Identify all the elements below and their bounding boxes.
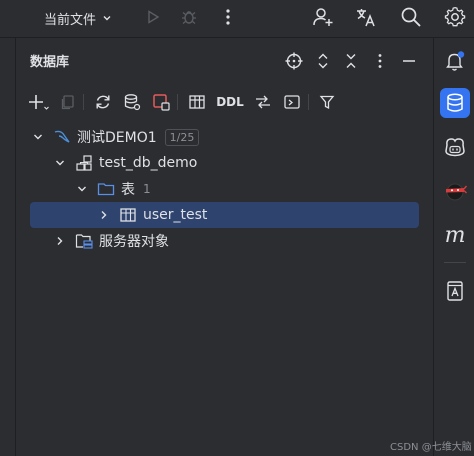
translate-icon[interactable]	[353, 4, 379, 30]
search-icon[interactable]	[398, 4, 424, 30]
database-panel: 数据库 DDL 测试DEMO1 1/25 test_db_demo 表 1 us…	[17, 38, 433, 456]
datasource-properties-icon[interactable]	[120, 90, 144, 114]
run-icon[interactable]	[140, 4, 166, 30]
tree-row-tables-folder[interactable]: 表 1	[17, 176, 433, 202]
toolbar-separator	[83, 94, 84, 110]
chevron-down-icon[interactable]	[75, 182, 89, 196]
mysql-dolphin-icon	[53, 128, 71, 146]
m-plugin-icon[interactable]: m	[440, 220, 470, 250]
schema-icon	[75, 154, 93, 172]
copilot-icon[interactable]	[440, 132, 470, 162]
server-objects-label: 服务器对象	[99, 234, 169, 250]
filter-icon[interactable]	[315, 90, 339, 114]
more-options-icon[interactable]	[369, 50, 391, 72]
database-tool-icon[interactable]	[440, 88, 470, 118]
stop-session-icon[interactable]	[149, 90, 173, 114]
ninja-plugin-icon[interactable]	[440, 176, 470, 206]
database-toolbar: DDL	[17, 88, 433, 116]
collapse-all-icon[interactable]	[340, 50, 362, 72]
toolbar-separator	[444, 262, 466, 263]
chevron-down-icon[interactable]	[31, 130, 45, 144]
chevron-down-icon	[103, 16, 111, 21]
watermark: CSDN @七维大脑	[390, 442, 472, 453]
tree-row-table[interactable]: user_test	[30, 202, 419, 228]
copy-icon[interactable]	[56, 90, 80, 114]
add-new-icon[interactable]	[27, 90, 51, 114]
chevron-right-icon[interactable]	[97, 208, 111, 222]
run-config-label: 当前文件	[44, 12, 97, 28]
locate-crosshair-icon[interactable]	[283, 50, 305, 72]
datasource-badge: 1/25	[164, 128, 200, 146]
ddl-button[interactable]: DDL	[216, 90, 244, 114]
add-user-icon[interactable]	[310, 4, 336, 30]
settings-gear-icon[interactable]	[442, 4, 468, 30]
m-plugin-glyph: m	[444, 222, 466, 248]
compare-icon[interactable]	[251, 90, 275, 114]
run-config-selector[interactable]: 当前文件	[44, 6, 112, 30]
tables-count: 1	[143, 182, 151, 196]
panel-header: 数据库	[17, 38, 433, 84]
tree-row-schema[interactable]: test_db_demo	[17, 150, 433, 176]
tree-row-server-objects[interactable]: 服务器对象	[17, 228, 433, 254]
folder-icon	[97, 180, 115, 198]
more-vertical-icon[interactable]	[215, 4, 241, 30]
refresh-icon[interactable]	[91, 90, 115, 114]
left-edge-strip	[0, 38, 16, 456]
table-icon	[119, 206, 137, 224]
server-objects-icon	[75, 232, 93, 250]
debug-icon[interactable]	[176, 4, 202, 30]
datasource-label: 测试DEMO1	[77, 130, 157, 146]
main-toolbar: 当前文件	[0, 0, 474, 38]
chevron-down-icon[interactable]	[53, 156, 67, 170]
tables-folder-label: 表	[121, 182, 135, 198]
ddl-label: DDL	[216, 95, 244, 109]
translation-book-icon[interactable]	[440, 276, 470, 306]
minimize-icon[interactable]	[398, 50, 420, 72]
toolbar-separator	[308, 94, 309, 110]
table-view-icon[interactable]	[185, 90, 209, 114]
tree-row-datasource[interactable]: 测试DEMO1 1/25	[17, 124, 433, 150]
toolbar-separator	[177, 94, 178, 110]
jump-to-console-icon[interactable]	[280, 90, 304, 114]
expand-all-icon[interactable]	[312, 50, 334, 72]
notifications-bell-icon[interactable]	[440, 46, 470, 76]
table-label: user_test	[143, 207, 208, 223]
chevron-right-icon[interactable]	[53, 234, 67, 248]
right-toolwindow-bar: m	[433, 38, 474, 456]
panel-title: 数据库	[30, 55, 70, 70]
schema-label: test_db_demo	[99, 155, 198, 171]
